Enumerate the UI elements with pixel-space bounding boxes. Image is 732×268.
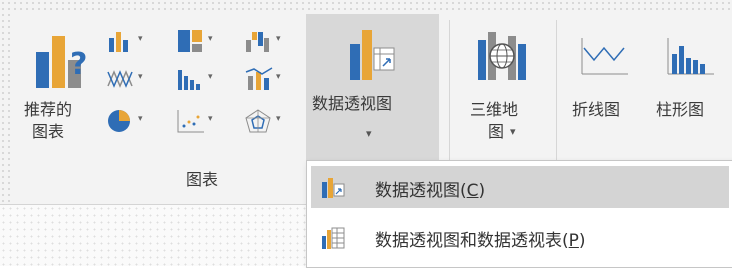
menu-item-pivot-chart-and-table[interactable]: 数据透视图和数据透视表(P) xyxy=(311,216,729,258)
chevron-down-icon: ▾ xyxy=(138,114,143,124)
globe-map-icon xyxy=(478,32,526,80)
pivot-chart-icon xyxy=(322,178,345,198)
hierarchy-chart-icon xyxy=(178,30,202,52)
column-chart-button[interactable]: ▾ xyxy=(106,24,158,58)
dotted-top-border xyxy=(0,0,732,10)
chevron-down-icon: ▾ xyxy=(276,114,281,124)
stock-chart-icon xyxy=(107,70,133,88)
recommended-charts-icon: ? xyxy=(36,36,87,88)
pivot-chart-icon xyxy=(350,30,395,80)
3d-map-label-2: 图 xyxy=(488,122,505,141)
chevron-down-icon: ▾ xyxy=(366,127,372,140)
sparkline-line-button[interactable]: 折线图 xyxy=(566,20,652,160)
svg-text:?: ? xyxy=(70,47,87,82)
recommended-charts-button[interactable]: ? 推荐的 图表 xyxy=(18,20,102,160)
waterfall-chart-icon xyxy=(246,32,269,52)
sparkline-column-label: 柱形图 xyxy=(656,100,705,119)
waterfall-chart-button[interactable]: ▾ xyxy=(244,24,296,58)
3d-map-button[interactable]: 三维地 图 ▾ xyxy=(458,20,548,160)
column-chart-icon xyxy=(109,32,128,52)
menu-item-pivot-chart-label: 数据透视图(C) xyxy=(375,181,486,201)
combo-chart-button[interactable]: ▾ xyxy=(244,62,296,96)
pivot-chart-label: 数据透视图 xyxy=(312,94,393,113)
column-sparkline-icon xyxy=(667,38,714,75)
scatter-chart-button[interactable]: ▾ xyxy=(176,104,228,138)
3d-map-label-1: 三维地 xyxy=(470,100,519,119)
recommended-charts-label-1: 推荐的 xyxy=(24,100,73,119)
scatter-chart-icon xyxy=(177,110,204,133)
pie-chart-icon xyxy=(108,110,130,132)
chevron-down-icon: ▾ xyxy=(138,72,143,82)
hierarchy-chart-button[interactable]: ▾ xyxy=(176,24,228,58)
statistic-chart-button[interactable]: ▾ xyxy=(176,62,228,96)
chevron-down-icon: ▾ xyxy=(208,34,213,44)
chevron-down-icon: ▾ xyxy=(138,34,143,44)
pivot-chart-menu: 数据透视图(C) 数据透视图和数据透视表(P) xyxy=(306,160,732,268)
line-sparkline-icon xyxy=(581,38,628,75)
chevron-down-icon: ▾ xyxy=(208,114,213,124)
charts-group-label: 图表 xyxy=(186,170,219,189)
dotted-left-border xyxy=(0,0,14,204)
stock-chart-button[interactable]: ▾ xyxy=(106,62,158,96)
chevron-down-icon: ▾ xyxy=(510,125,516,138)
statistic-chart-icon xyxy=(178,70,200,90)
sparkline-line-label: 折线图 xyxy=(572,100,621,119)
combo-chart-icon xyxy=(245,67,273,90)
recommended-charts-label-2: 图表 xyxy=(32,122,65,141)
menu-item-pivot-chart-and-table-label: 数据透视图和数据透视表(P) xyxy=(375,231,586,251)
pivot-table-chart-icon xyxy=(322,227,345,249)
sparkline-column-button[interactable]: 柱形图 xyxy=(652,20,732,160)
pivot-chart-button[interactable]: 数据透视图 ▾ xyxy=(306,14,439,160)
menu-item-pivot-chart[interactable]: 数据透视图(C) xyxy=(311,166,729,208)
radar-chart-icon xyxy=(245,109,271,133)
chevron-down-icon: ▾ xyxy=(276,34,281,44)
chevron-down-icon: ▾ xyxy=(276,72,281,82)
radar-chart-button[interactable]: ▾ xyxy=(244,104,296,138)
chevron-down-icon: ▾ xyxy=(208,72,213,82)
pie-chart-button[interactable]: ▾ xyxy=(106,104,158,138)
